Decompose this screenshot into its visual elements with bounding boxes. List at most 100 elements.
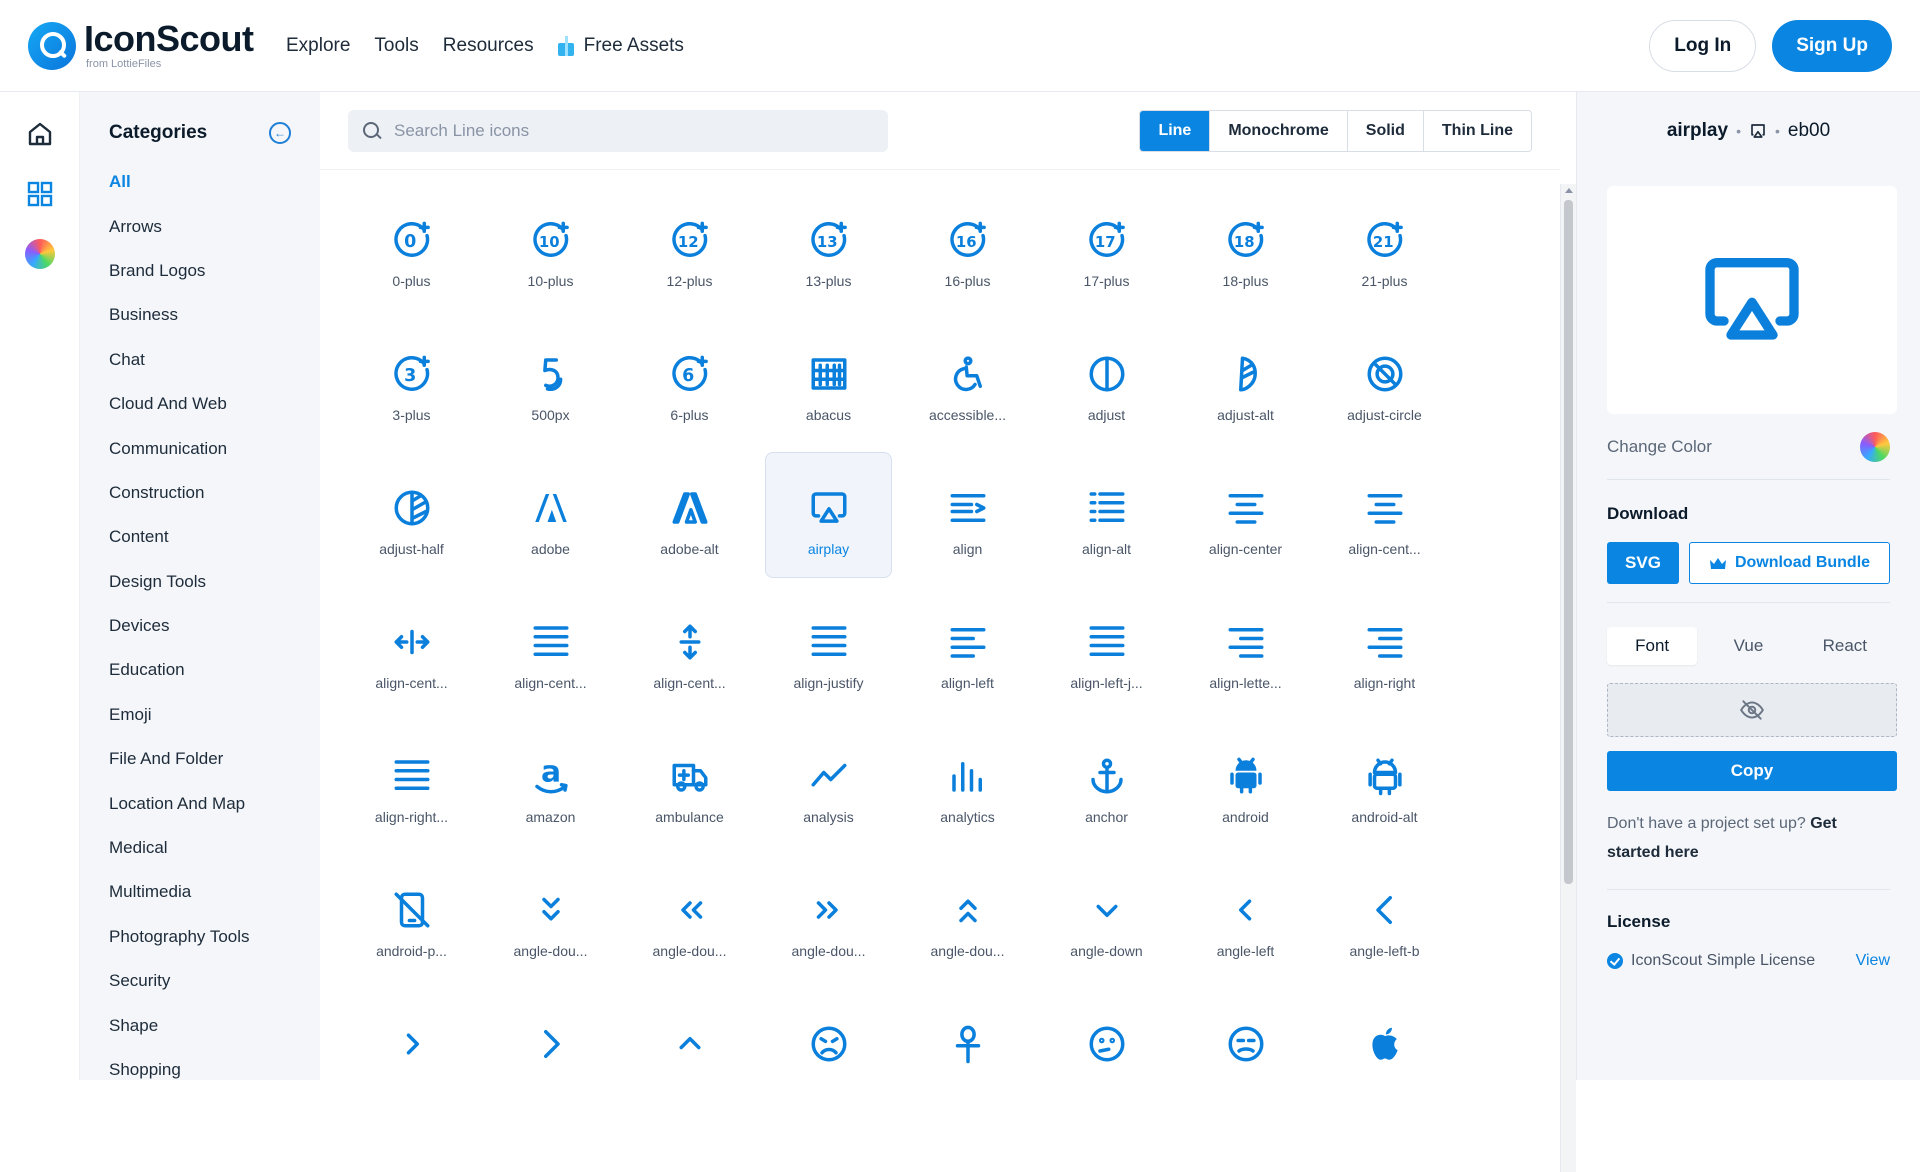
- icon-card[interactable]: [1043, 988, 1170, 1114]
- style-tab-thin-line[interactable]: Thin Line: [1423, 110, 1531, 151]
- icon-card[interactable]: 17 17-plus: [1043, 184, 1170, 310]
- icon-card[interactable]: angle-down: [1043, 854, 1170, 980]
- category-item[interactable]: Construction: [109, 471, 291, 515]
- category-item[interactable]: Business: [109, 293, 291, 337]
- icon-card[interactable]: align-left: [904, 586, 1031, 712]
- icon-card[interactable]: [1182, 988, 1309, 1114]
- category-item[interactable]: Multimedia: [109, 870, 291, 914]
- category-item[interactable]: Location And Map: [109, 781, 291, 825]
- icon-card[interactable]: angle-left-b: [1321, 854, 1448, 980]
- category-item[interactable]: Devices: [109, 604, 291, 648]
- rail-palette[interactable]: [0, 224, 80, 284]
- icon-card[interactable]: angle-dou...: [904, 854, 1031, 980]
- icon-card[interactable]: [765, 988, 892, 1114]
- icon-card[interactable]: adobe: [487, 452, 614, 578]
- rail-home[interactable]: [0, 104, 80, 164]
- icon-card[interactable]: [1321, 988, 1448, 1114]
- code-snippet-box[interactable]: [1607, 683, 1897, 737]
- category-item[interactable]: Cloud And Web: [109, 382, 291, 426]
- icon-card[interactable]: a amazon: [487, 720, 614, 846]
- change-color-row[interactable]: Change Color: [1607, 414, 1890, 480]
- icon-card[interactable]: adjust: [1043, 318, 1170, 444]
- category-item[interactable]: Security: [109, 959, 291, 1003]
- icon-card[interactable]: analytics: [904, 720, 1031, 846]
- icon-card[interactable]: analysis: [765, 720, 892, 846]
- icon-card[interactable]: airplay: [765, 452, 892, 578]
- icon-card[interactable]: align-right: [1321, 586, 1448, 712]
- icon-card[interactable]: align: [904, 452, 1031, 578]
- icon-card[interactable]: android: [1182, 720, 1309, 846]
- icon-card[interactable]: align-lette...: [1182, 586, 1309, 712]
- rail-grid[interactable]: [0, 164, 80, 224]
- icon-card[interactable]: align-cent...: [1321, 452, 1448, 578]
- code-tab-react[interactable]: React: [1800, 627, 1890, 665]
- icon-card[interactable]: 13 13-plus: [765, 184, 892, 310]
- icon-card[interactable]: angle-dou...: [626, 854, 753, 980]
- icon-card[interactable]: align-right...: [348, 720, 475, 846]
- download-bundle-button[interactable]: Download Bundle: [1689, 542, 1890, 584]
- category-item[interactable]: Chat: [109, 338, 291, 382]
- icon-card[interactable]: align-center: [1182, 452, 1309, 578]
- icon-card[interactable]: 18 18-plus: [1182, 184, 1309, 310]
- icon-card[interactable]: 500px: [487, 318, 614, 444]
- code-tab-vue[interactable]: Vue: [1703, 627, 1793, 665]
- color-picker-icon[interactable]: [1860, 431, 1890, 462]
- scrollbar[interactable]: [1560, 184, 1576, 1172]
- search-input[interactable]: [394, 120, 854, 141]
- category-item[interactable]: Brand Logos: [109, 249, 291, 293]
- copy-button[interactable]: Copy: [1607, 751, 1897, 791]
- signup-button[interactable]: Sign Up: [1772, 19, 1892, 72]
- icon-card[interactable]: align-alt: [1043, 452, 1170, 578]
- search-box[interactable]: [348, 109, 888, 152]
- icon-card[interactable]: adobe-alt: [626, 452, 753, 578]
- category-item[interactable]: Design Tools: [109, 560, 291, 604]
- icon-card[interactable]: align-left-j...: [1043, 586, 1170, 712]
- icon-card[interactable]: angle-dou...: [487, 854, 614, 980]
- icon-card[interactable]: accessible...: [904, 318, 1031, 444]
- collapse-sidebar-icon[interactable]: ←: [269, 122, 291, 144]
- category-item[interactable]: File And Folder: [109, 737, 291, 781]
- category-item[interactable]: Shape: [109, 1003, 291, 1047]
- nav-resources[interactable]: Resources: [443, 35, 534, 57]
- category-item[interactable]: Shopping: [109, 1048, 291, 1080]
- icon-card[interactable]: abacus: [765, 318, 892, 444]
- icon-card[interactable]: 6 6-plus: [626, 318, 753, 444]
- icon-card[interactable]: adjust-alt: [1182, 318, 1309, 444]
- icon-card[interactable]: [904, 988, 1031, 1114]
- icon-card[interactable]: 10 10-plus: [487, 184, 614, 310]
- icon-card[interactable]: anchor: [1043, 720, 1170, 846]
- icon-card[interactable]: 21 21-plus: [1321, 184, 1448, 310]
- style-tab-solid[interactable]: Solid: [1347, 110, 1424, 151]
- iconscout-logo[interactable]: IconScout from LottieFiles: [28, 21, 258, 70]
- icon-card[interactable]: adjust-circle: [1321, 318, 1448, 444]
- license-view-link[interactable]: View: [1856, 952, 1890, 970]
- category-item[interactable]: Emoji: [109, 693, 291, 737]
- icon-card[interactable]: [348, 988, 475, 1114]
- icon-card[interactable]: align-cent...: [348, 586, 475, 712]
- category-item[interactable]: Communication: [109, 426, 291, 470]
- style-tab-monochrome[interactable]: Monochrome: [1210, 110, 1348, 151]
- login-button[interactable]: Log In: [1649, 19, 1757, 72]
- icon-card[interactable]: align-justify: [765, 586, 892, 712]
- icon-card[interactable]: android-p...: [348, 854, 475, 980]
- category-item[interactable]: Content: [109, 515, 291, 559]
- icon-card[interactable]: android-alt: [1321, 720, 1448, 846]
- icon-card[interactable]: angle-dou...: [765, 854, 892, 980]
- icon-card[interactable]: align-cent...: [487, 586, 614, 712]
- scrollbar-thumb[interactable]: [1564, 200, 1573, 884]
- icon-card[interactable]: adjust-half: [348, 452, 475, 578]
- category-item[interactable]: All: [109, 160, 291, 204]
- category-item[interactable]: Arrows: [109, 204, 291, 248]
- icon-card[interactable]: 0 0-plus: [348, 184, 475, 310]
- icon-card[interactable]: ambulance: [626, 720, 753, 846]
- category-item[interactable]: Education: [109, 648, 291, 692]
- icon-card[interactable]: [487, 988, 614, 1114]
- category-item[interactable]: Medical: [109, 826, 291, 870]
- icon-card[interactable]: 3 3-plus: [348, 318, 475, 444]
- download-svg-button[interactable]: SVG: [1607, 542, 1679, 584]
- icon-card[interactable]: angle-left: [1182, 854, 1309, 980]
- nav-explore[interactable]: Explore: [286, 35, 350, 57]
- scroll-up-arrow-icon[interactable]: [1565, 188, 1573, 193]
- icon-card[interactable]: 16 16-plus: [904, 184, 1031, 310]
- icon-card[interactable]: align-cent...: [626, 586, 753, 712]
